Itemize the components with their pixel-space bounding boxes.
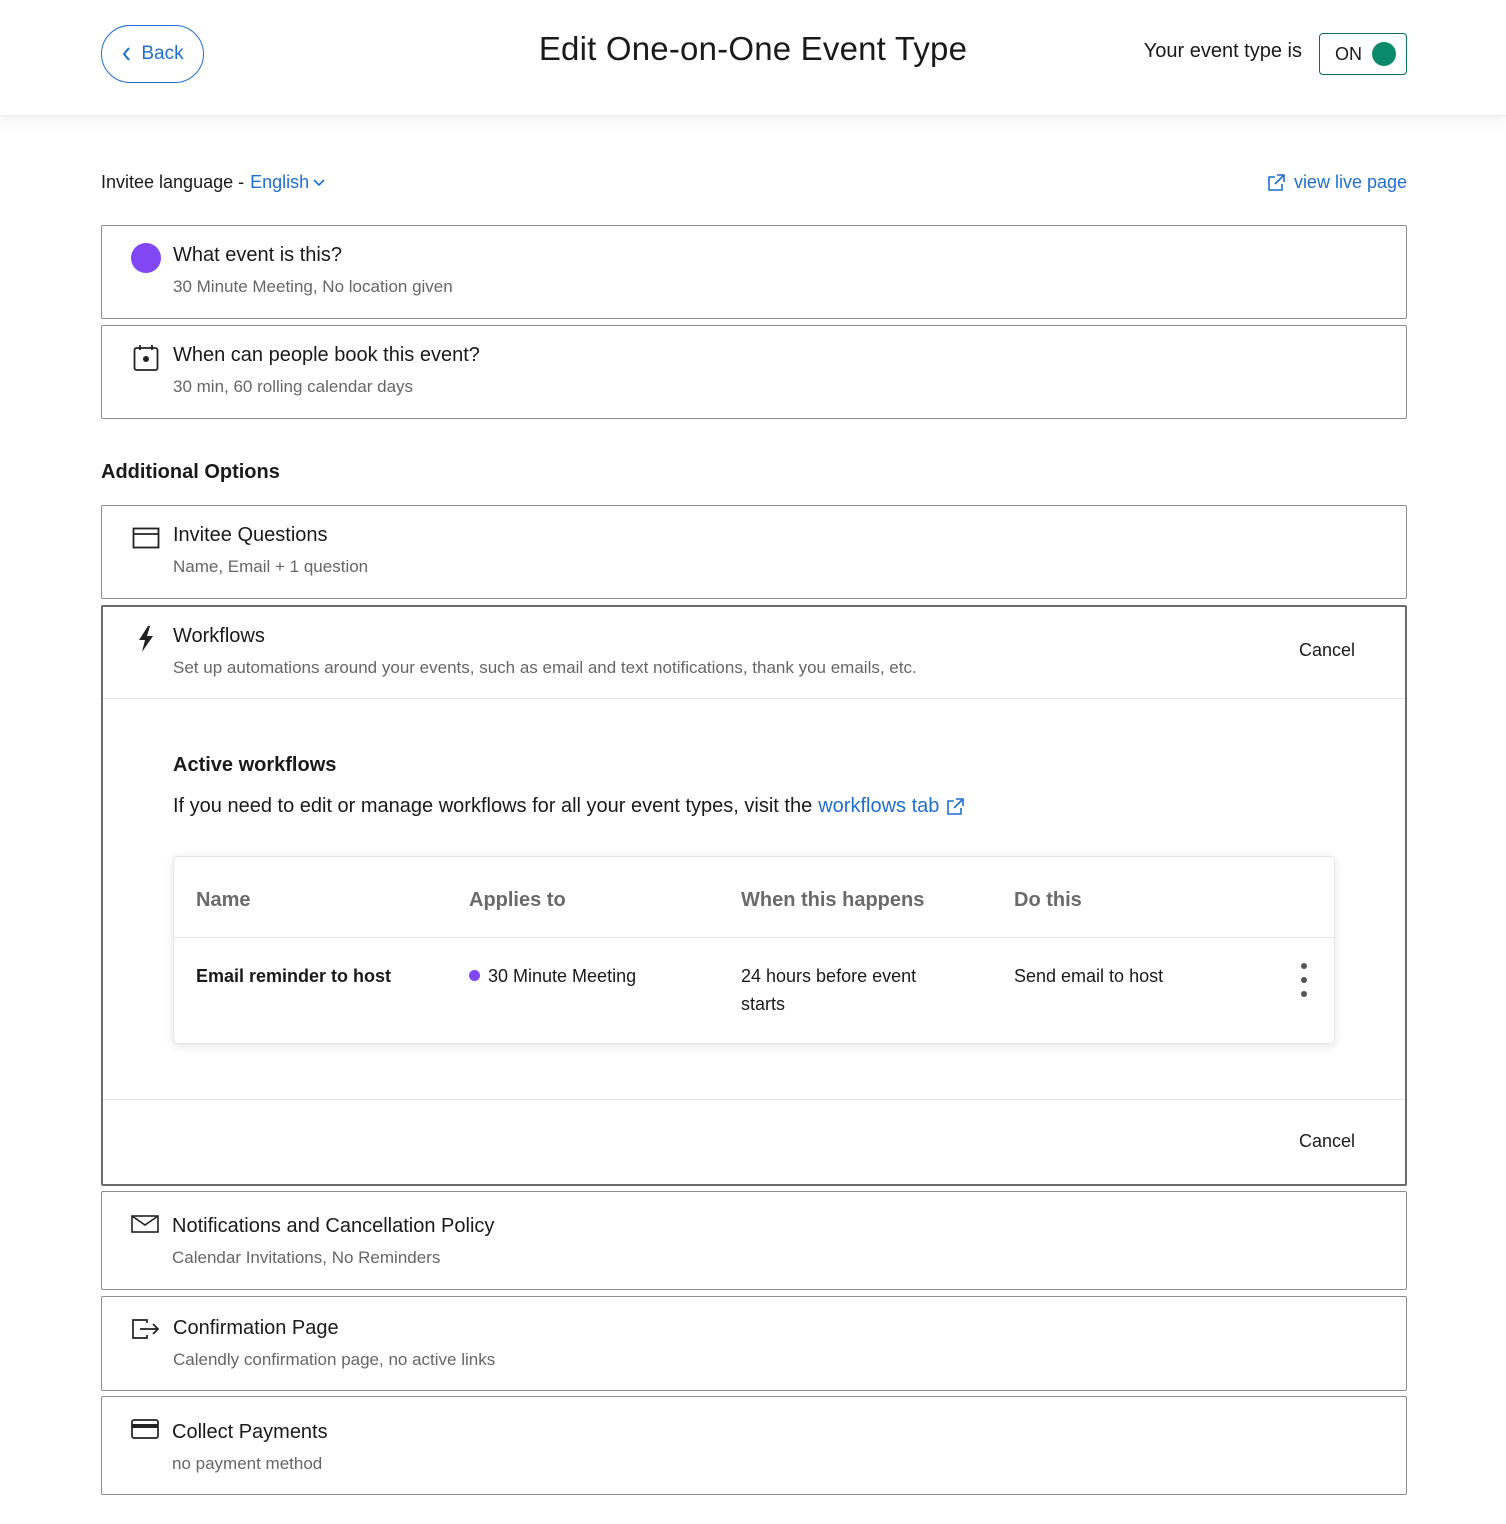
notifications-subtitle: Calendar Invitations, No Reminders (172, 1248, 441, 1267)
workflows-title: Workflows (173, 625, 265, 647)
confirmation-page-title: Confirmation Page (173, 1317, 339, 1339)
additional-options-heading: Additional Options (101, 461, 280, 483)
workflows-cancel-button[interactable]: Cancel (1299, 640, 1355, 661)
workflow-name-cell: Email reminder to host (196, 966, 392, 986)
workflow-action-cell: Send email to host (1014, 966, 1164, 986)
toggle-state-text: ON (1335, 43, 1362, 64)
workflows-card: Workflows Set up automations around your… (101, 605, 1407, 1186)
workflows-table: Name Applies to When this happens Do thi… (173, 856, 1335, 1044)
workflows-card-footer: Cancel (103, 1099, 1405, 1186)
collect-payments-card[interactable]: Collect Payments no payment method (101, 1396, 1407, 1495)
workflows-footer-cancel-button[interactable]: Cancel (1299, 1131, 1355, 1152)
booking-window-title: When can people book this event? (173, 344, 480, 366)
view-live-page-label: view live page (1293, 172, 1407, 192)
column-header-applies-to: Applies to (469, 889, 566, 911)
confirmation-page-subtitle: Calendly confirmation page, no active li… (173, 1350, 496, 1369)
booking-window-card[interactable]: When can people book this event? 30 min,… (101, 325, 1407, 419)
workflows-table-header: Name Applies to When this happens Do thi… (174, 857, 1334, 938)
envelope-icon (129, 1208, 161, 1240)
external-link-icon (1268, 173, 1285, 191)
event-status-label: Your event type is (1143, 40, 1302, 62)
calendar-icon (130, 342, 162, 374)
active-workflows-description: If you need to edit or manage workflows … (173, 795, 965, 818)
row-menu-icon[interactable] (1294, 963, 1314, 997)
invitee-language-dropdown[interactable]: English (250, 172, 325, 193)
credit-card-icon (129, 1413, 161, 1445)
exit-arrow-icon (130, 1313, 162, 1345)
workflows-card-header[interactable]: Workflows Set up automations around your… (103, 607, 1405, 699)
lightning-bolt-icon (130, 623, 162, 655)
booking-window-subtitle: 30 min, 60 rolling calendar days (173, 377, 414, 396)
notifications-card[interactable]: Notifications and Cancellation Policy Ca… (101, 1191, 1407, 1290)
view-live-page-link[interactable]: view live page (1266, 172, 1407, 193)
column-header-when: When this happens (741, 889, 925, 911)
invitee-questions-card[interactable]: Invitee Questions Name, Email + 1 questi… (101, 505, 1407, 599)
workflows-tab-link[interactable]: workflows tab (818, 795, 965, 818)
invitee-questions-title: Invitee Questions (173, 524, 328, 546)
column-header-action: Do this (1014, 889, 1082, 911)
event-status-toggle[interactable]: ON (1319, 33, 1407, 75)
collect-payments-subtitle: no payment method (172, 1454, 323, 1473)
workflow-applies-to-cell: 30 Minute Meeting (469, 962, 636, 990)
invitee-language-label: Invitee language - (101, 172, 245, 192)
event-color-dot-icon (469, 970, 480, 981)
workflows-subtitle: Set up automations around your events, s… (173, 658, 917, 677)
workflows-tab-link-label: workflows tab (818, 795, 940, 817)
form-icon (130, 522, 162, 554)
invitee-questions-subtitle: Name, Email + 1 question (173, 557, 369, 576)
active-workflows-title: Active workflows (173, 754, 337, 776)
column-header-name: Name (196, 889, 251, 911)
event-details-subtitle: 30 Minute Meeting, No location given (173, 277, 453, 296)
workflow-applies-to-text: 30 Minute Meeting (488, 966, 637, 986)
event-color-dot-icon (130, 242, 162, 274)
event-details-card[interactable]: What event is this? 30 Minute Meeting, N… (101, 225, 1407, 319)
chevron-down-icon (313, 178, 325, 186)
active-workflows-text: If you need to edit or manage workflows … (173, 795, 813, 817)
external-link-icon (947, 797, 965, 815)
toggle-knob (1372, 42, 1396, 66)
confirmation-page-card[interactable]: Confirmation Page Calendly confirmation … (101, 1296, 1407, 1391)
workflow-when-cell: 24 hours before event starts (741, 966, 917, 1014)
event-details-title: What event is this? (173, 244, 342, 266)
collect-payments-title: Collect Payments (172, 1421, 328, 1443)
header-bar: Back Edit One-on-One Event Type Your eve… (0, 0, 1506, 116)
notifications-title: Notifications and Cancellation Policy (172, 1215, 495, 1237)
invitee-language-value: English (250, 172, 310, 192)
invitee-language-row: Invitee language - English (101, 172, 325, 193)
